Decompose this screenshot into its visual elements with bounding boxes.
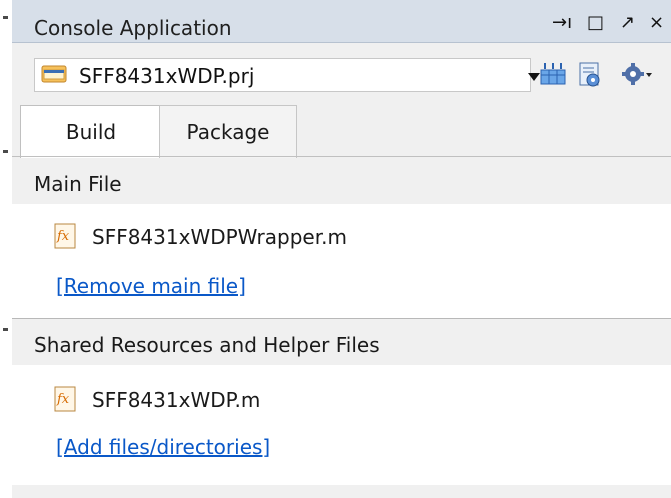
settings-gear-icon[interactable] [622,62,652,86]
tab-strip: Build Package [12,105,671,158]
project-selector[interactable]: SFF8431xWDP.prj [34,58,540,92]
shared-file-name: SFF8431xWDP.m [92,388,261,412]
gutter-marker [3,16,8,19]
project-toolbar: SFF8431xWDP.prj [12,50,671,94]
matlab-script-icon: fx [54,223,76,249]
tab-package-label: Package [186,120,270,144]
panel-title: Console Application [34,16,232,40]
remove-main-file-link[interactable]: [Remove main file] [56,274,246,298]
project-file-icon [41,65,67,83]
shared-files-section: fx SFF8431xWDP.m [Add files/directories] [12,365,671,485]
pin-icon[interactable]: →ı [552,14,572,32]
gutter-marker [3,150,8,153]
shared-files-header: Shared Resources and Helper Files [12,319,671,365]
console-application-panel: Console Application →ı □ ↗ × SFF8431xWDP… [12,0,671,498]
tab-package[interactable]: Package [159,105,297,158]
shared-files-heading: Shared Resources and Helper Files [34,333,380,357]
main-file-name: SFF8431xWDPWrapper.m [92,225,347,249]
package-icon[interactable] [539,62,567,86]
svg-text:fx: fx [56,229,70,244]
svg-text:fx: fx [56,392,70,407]
main-file-header: Main File [12,158,671,204]
project-file-name: SFF8431xWDP.prj [79,64,255,88]
main-file-heading: Main File [34,172,122,196]
panel-titlebar: Console Application →ı □ ↗ × [12,0,671,43]
close-icon[interactable]: × [649,14,664,32]
add-files-link[interactable]: [Add files/directories] [56,435,270,459]
gutter-marker [3,328,8,331]
matlab-script-icon: fx [54,386,76,412]
undock-icon[interactable]: ↗ [620,14,635,32]
tab-build[interactable]: Build [20,105,162,158]
maximize-icon[interactable]: □ [587,14,604,32]
tab-divider [12,156,671,157]
build-icon[interactable] [578,62,602,88]
tab-build-label: Build [65,120,117,144]
main-file-section: fx SFF8431xWDPWrapper.m [Remove main fil… [12,204,671,318]
